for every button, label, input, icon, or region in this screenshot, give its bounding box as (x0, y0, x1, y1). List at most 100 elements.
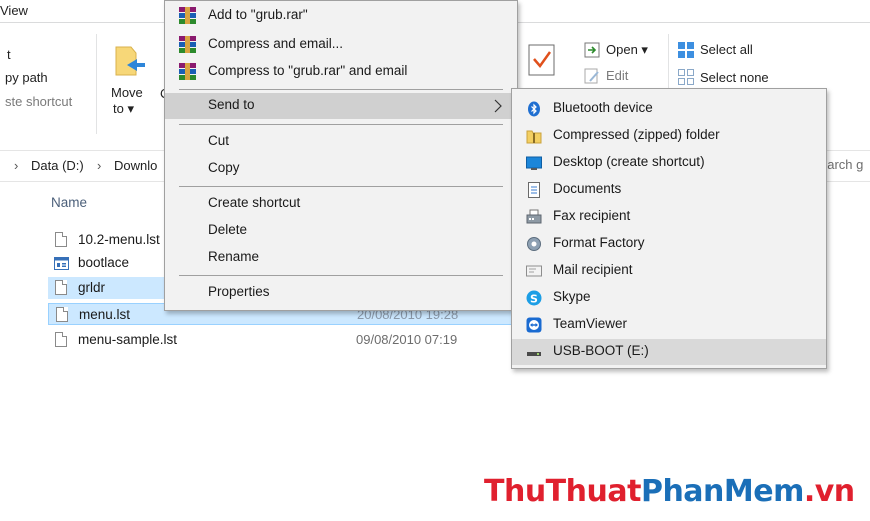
select-all-label: Select all (700, 42, 753, 57)
send-to-teamviewer[interactable]: TeamViewer (512, 312, 826, 338)
edit-icon (584, 68, 599, 84)
open-icon (584, 42, 600, 58)
submenu-item-label: Compressed (zipped) folder (553, 127, 720, 142)
select-none-label: Select none (700, 70, 769, 85)
menu-item-delete[interactable]: Delete (165, 218, 517, 244)
watermark: ThuThuatPhanMem.vn (484, 474, 855, 509)
file-icon (56, 307, 68, 322)
documents-icon (528, 182, 540, 198)
send-to-fax[interactable]: Fax recipient (512, 204, 826, 230)
svg-text:S: S (530, 293, 538, 306)
tab-view[interactable]: View (0, 3, 28, 18)
submenu-item-label: Desktop (create shortcut) (553, 154, 705, 169)
menu-item-copy[interactable]: Copy (165, 156, 517, 182)
file-row[interactable]: menu-sample.lst 09/08/2010 07:19 (48, 329, 518, 351)
context-menu: Add to "grub.rar" Compress and email... … (164, 0, 518, 311)
file-icon (55, 232, 67, 247)
ribbon-divider (96, 34, 97, 134)
copy-path-button[interactable]: py path (5, 70, 48, 85)
application-icon (54, 257, 69, 270)
menu-item-label: Compress and email... (208, 36, 344, 51)
send-to-submenu: Bluetooth device Compressed (zipped) fol… (511, 88, 827, 369)
send-to-desktop[interactable]: Desktop (create shortcut) (512, 150, 826, 176)
menu-item-label: Send to (208, 97, 255, 112)
open-button[interactable]: Open ▾ (584, 40, 664, 62)
menu-item-rename[interactable]: Rename (165, 245, 517, 271)
send-to-bluetooth[interactable]: Bluetooth device (512, 96, 826, 122)
menu-item-cut[interactable]: Cut (165, 129, 517, 155)
column-header-name[interactable]: Name (51, 195, 87, 210)
menu-separator (179, 89, 503, 90)
submenu-item-label: Bluetooth device (553, 100, 653, 115)
watermark-part-3: .vn (803, 474, 855, 509)
send-to-zip-folder[interactable]: Compressed (zipped) folder (512, 123, 826, 149)
desktop-icon (526, 156, 542, 170)
menu-item-label: Create shortcut (208, 195, 301, 210)
watermark-part-1: ThuThuat (484, 474, 641, 509)
file-name: menu-sample.lst (78, 332, 178, 347)
zip-folder-icon (526, 130, 542, 144)
menu-item-properties[interactable]: Properties (165, 280, 517, 306)
menu-item-send-to[interactable]: Send to (165, 93, 517, 119)
select-all-button[interactable]: Select all (677, 40, 787, 62)
menu-separator (179, 186, 503, 187)
move-to-label-2: to ▾ (113, 101, 134, 116)
menu-item-label: Delete (208, 222, 248, 237)
properties-icon[interactable] (526, 42, 558, 78)
format-factory-icon (527, 237, 541, 251)
file-name: 10.2-menu.lst (78, 232, 160, 247)
breadcrumb-data-drive[interactable]: Data (D:) (31, 158, 84, 173)
select-none-button[interactable]: Select none (677, 67, 787, 89)
edit-label: Edit (606, 68, 629, 83)
breadcrumb-separator: › (14, 158, 19, 173)
menu-item-create-shortcut[interactable]: Create shortcut (165, 191, 517, 217)
file-name: grldr (78, 280, 106, 295)
chevron-right-icon (494, 99, 502, 113)
menu-item-label: Rename (208, 249, 260, 264)
file-icon (55, 332, 67, 347)
move-to-label: Move (111, 85, 143, 100)
submenu-item-label: TeamViewer (553, 316, 628, 331)
winrar-icon (179, 7, 196, 24)
file-icon (55, 280, 67, 295)
fax-icon (526, 209, 542, 224)
submenu-item-label: Format Factory (553, 235, 645, 250)
menu-item-add-to-archive[interactable]: Add to "grub.rar" (165, 3, 517, 29)
menu-item-label: Properties (208, 284, 270, 299)
breadcrumb-downloads[interactable]: Downlo (114, 158, 157, 173)
file-date: 09/08/2010 07:19 (356, 332, 458, 347)
menu-item-label: Compress to "grub.rar" and email (208, 63, 408, 78)
menu-separator (179, 124, 503, 125)
breadcrumb-separator: › (97, 158, 102, 173)
edit-button[interactable]: Edit (584, 66, 664, 88)
send-to-documents[interactable]: Documents (512, 177, 826, 203)
select-none-icon (678, 69, 694, 85)
send-to-usb-drive[interactable]: USB-BOOT (E:) (512, 339, 826, 365)
menu-item-compress-and-email[interactable]: Compress and email... (165, 32, 517, 58)
bluetooth-icon (528, 101, 540, 117)
send-to-mail[interactable]: Mail recipient (512, 258, 826, 284)
teamviewer-icon (526, 317, 542, 333)
move-to-button[interactable]: Move to ▾ (111, 40, 151, 130)
file-name: menu.lst (79, 307, 131, 322)
menu-item-label: Add to "grub.rar" (208, 7, 308, 22)
menu-item-label: Copy (208, 160, 240, 175)
send-to-skype[interactable]: S Skype (512, 285, 826, 311)
watermark-part-2: PhanMem (640, 474, 804, 509)
skype-icon: S (526, 290, 542, 306)
menu-item-compress-to-archive-and-email[interactable]: Compress to "grub.rar" and email (165, 59, 517, 85)
submenu-item-label: Skype (553, 289, 591, 304)
mail-icon (526, 265, 542, 277)
submenu-item-label: Fax recipient (553, 208, 631, 223)
select-all-icon (678, 42, 694, 58)
winrar-icon (179, 63, 196, 80)
winrar-icon (179, 36, 196, 53)
cut-button[interactable]: t (7, 47, 11, 62)
send-to-format-factory[interactable]: Format Factory (512, 231, 826, 257)
submenu-item-label: Documents (553, 181, 622, 196)
move-to-icon (115, 46, 145, 76)
paste-shortcut-button[interactable]: ste shortcut (5, 94, 72, 109)
menu-separator (179, 275, 503, 276)
file-name: bootlace (78, 255, 130, 270)
menu-item-label: Cut (208, 133, 230, 148)
